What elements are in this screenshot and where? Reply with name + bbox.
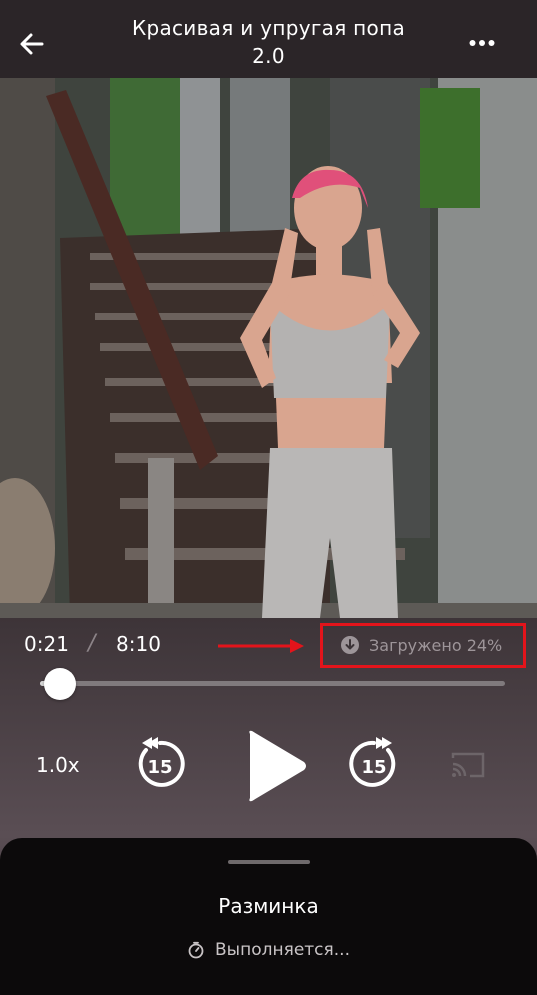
- more-horizontal-icon: [469, 40, 495, 46]
- svg-text:15: 15: [361, 757, 386, 778]
- rewind-15-icon: 15: [138, 737, 185, 787]
- exercise-title: Разминка: [218, 894, 319, 918]
- page-title: Красивая и упругая попа 2.0: [90, 14, 447, 70]
- back-button[interactable]: [14, 26, 50, 62]
- exercise-status-text: Выполняется...: [215, 940, 350, 960]
- download-icon: [341, 636, 359, 654]
- play-button[interactable]: [244, 728, 308, 804]
- sheet-drag-handle[interactable]: [228, 860, 310, 864]
- progress-track[interactable]: [40, 681, 505, 686]
- rewind-button[interactable]: 15: [132, 736, 188, 792]
- download-status: Загружено 24%: [340, 635, 502, 655]
- video-thumbnail: [0, 78, 537, 618]
- annotation-arrow: [218, 639, 304, 653]
- forward-button[interactable]: 15: [346, 736, 402, 792]
- current-time: 0:21: [24, 632, 69, 656]
- svg-text:15: 15: [147, 757, 172, 778]
- speed-button[interactable]: 1.0x: [36, 753, 80, 777]
- total-time: 8:10: [116, 632, 161, 656]
- time-separator: /: [88, 631, 96, 656]
- video-frame[interactable]: [0, 78, 537, 618]
- cast-button[interactable]: [450, 750, 486, 780]
- arrow-left-icon: [20, 33, 44, 55]
- title-line-1: Красивая и упругая попа: [131, 16, 406, 40]
- title-line-2: 2.0: [252, 44, 285, 68]
- forward-15-icon: 15: [349, 737, 396, 787]
- stopwatch-icon: [188, 941, 204, 959]
- exercise-status: Выполняется...: [0, 940, 537, 960]
- download-status-text: Загружено 24%: [369, 635, 503, 655]
- more-button[interactable]: [464, 28, 500, 58]
- play-icon: [249, 730, 306, 802]
- header-bar: Красивая и упругая попа 2.0: [0, 0, 537, 78]
- cast-icon: [451, 752, 485, 778]
- progress-thumb[interactable]: [43, 668, 76, 700]
